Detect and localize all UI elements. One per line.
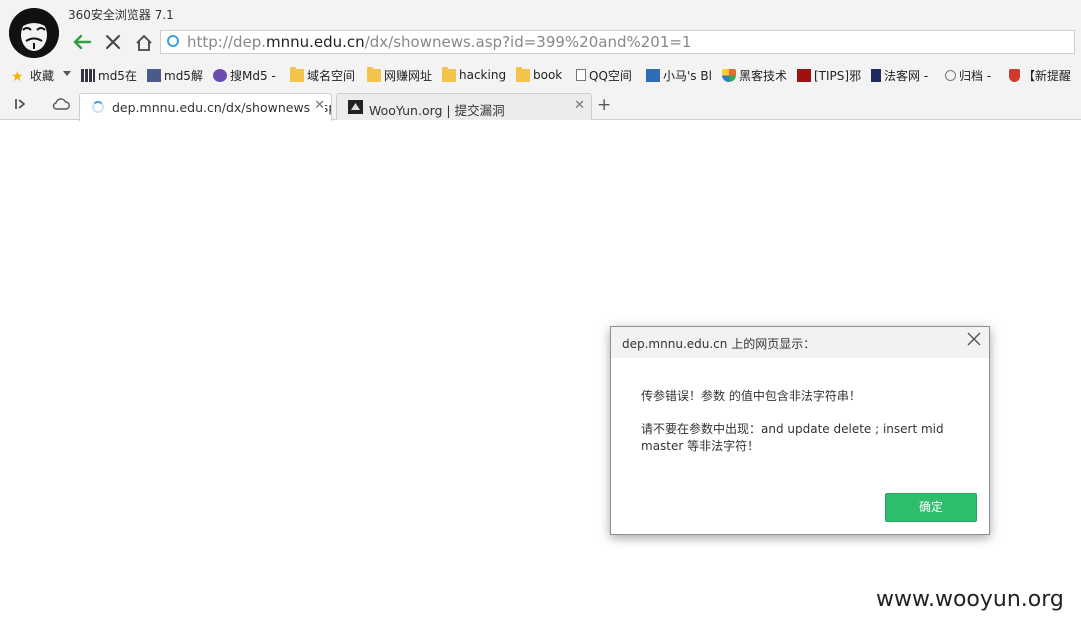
- bookmark-label: 黑客技术: [739, 68, 788, 83]
- site-security-icon[interactable]: [167, 35, 179, 47]
- url-text[interactable]: http://dep.mnnu.edu.cn/dx/shownews.asp?i…: [187, 33, 691, 51]
- tab-strip: dep.mnnu.edu.cn/dx/shownews.asp ✕ WooYun…: [0, 88, 1081, 121]
- bookmark-label: [TIPS]邪: [814, 68, 862, 83]
- loading-spinner-icon: [92, 101, 104, 113]
- bookmark-folder-domain[interactable]: 域名空间: [290, 66, 355, 84]
- bookmark-label: 归档 -: [959, 68, 992, 83]
- avatar[interactable]: [9, 8, 59, 58]
- bookmark-folder-book[interactable]: book: [516, 66, 562, 84]
- pmd5-icon: [147, 68, 161, 82]
- folder-icon: [516, 66, 530, 82]
- bookmark-qzone[interactable]: QQ空间: [576, 66, 632, 84]
- bookmark-label: 法客网 -: [884, 68, 929, 83]
- tab-label: dep.mnnu.edu.cn/dx/shownews.asp: [112, 100, 332, 115]
- archive-icon: [945, 69, 956, 81]
- browser-header: 360安全浏览器 7.1 http://dep.mnnu.edu.cn/dx/s…: [0, 0, 1081, 62]
- new-tab-icon[interactable]: +: [597, 95, 611, 115]
- shield-icon: [722, 68, 736, 82]
- chevron-down-icon[interactable]: [63, 71, 71, 76]
- page-icon: [576, 69, 586, 81]
- bookmark-md5-1[interactable]: md5在: [81, 66, 137, 84]
- wooyun-favicon-icon: [348, 100, 363, 114]
- dialog-header: dep.mnnu.edu.cn 上的网页显示：: [611, 327, 989, 358]
- bookmark-label: 收藏: [30, 68, 55, 83]
- tab-wooyun[interactable]: WooYun.org | 提交漏洞 ✕: [336, 93, 592, 120]
- folder-icon: [442, 66, 456, 82]
- bookmark-label: QQ空间: [589, 68, 632, 83]
- tab-shownews[interactable]: dep.mnnu.edu.cn/dx/shownews.asp ✕: [79, 93, 332, 121]
- bookmark-xiaoma[interactable]: 小马's Bl: [646, 66, 712, 84]
- bookmarks-bar: ★ 收藏 md5在 md5解 搜Md5 - 域名空间 网赚网址 hacking b…: [0, 62, 1081, 88]
- ok-button[interactable]: 确定: [885, 493, 977, 522]
- bookmark-label: 网赚网址: [384, 68, 433, 83]
- app-title: 360安全浏览器 7.1: [68, 8, 174, 22]
- address-bar[interactable]: http://dep.mnnu.edu.cn/dx/shownews.asp?i…: [160, 30, 1075, 54]
- bookmark-hacker-tech[interactable]: 黑客技术: [722, 66, 787, 84]
- guy-fawkes-mask-icon: [9, 8, 59, 58]
- cmd5-icon: [213, 68, 227, 82]
- alert-dialog: dep.mnnu.edu.cn 上的网页显示： 传参错误！参数 的值中包含非法字…: [610, 326, 990, 535]
- bookmark-label: hacking: [459, 68, 507, 82]
- bookmark-fake[interactable]: 法客网 -: [871, 66, 928, 84]
- tips-icon: [797, 68, 811, 82]
- close-tab-icon[interactable]: ✕: [570, 98, 585, 113]
- forum-icon: [871, 68, 881, 82]
- close-tab-icon[interactable]: ✕: [310, 98, 325, 113]
- bookmark-archive[interactable]: 归档 -: [945, 66, 991, 84]
- back-icon[interactable]: [70, 32, 94, 54]
- bookmark-folder-earn[interactable]: 网赚网址: [367, 66, 432, 84]
- watermark: www.wooyun.org: [876, 587, 1064, 612]
- url-domain: mnnu.edu.cn: [266, 33, 365, 51]
- bookmark-favorites[interactable]: ★ 收藏: [11, 66, 55, 85]
- tab-label: WooYun.org | 提交漏洞: [369, 103, 505, 118]
- bookmark-label: md5解: [164, 68, 203, 83]
- url-path: /dx/shownews.asp?id=399%20and%201=1: [364, 33, 692, 51]
- close-icon[interactable]: [967, 332, 981, 350]
- bookmark-label: book: [533, 68, 563, 82]
- bookmark-label: md5在: [98, 68, 137, 83]
- alert-icon: [1009, 68, 1020, 82]
- cloud-icon[interactable]: [52, 97, 70, 111]
- dialog-message-line1: 传参错误！参数 的值中包含非法字符串！: [641, 389, 861, 403]
- bookmark-label: 【新提醒: [1023, 68, 1072, 83]
- bookmark-md5-3[interactable]: 搜Md5 -: [213, 66, 276, 84]
- bookmark-new-alert[interactable]: 【新提醒: [1009, 66, 1071, 84]
- folder-icon: [290, 66, 304, 82]
- dialog-title: dep.mnnu.edu.cn 上的网页显示：: [622, 337, 816, 351]
- bookmark-label: 域名空间: [307, 68, 356, 83]
- sidebar-toggle-icon[interactable]: [14, 98, 26, 114]
- dialog-message-line2: 请不要在参数中出现：and update delete ; insert mid…: [641, 422, 944, 453]
- bookmark-tips[interactable]: [TIPS]邪: [797, 66, 861, 84]
- bookmark-label: 小马's Bl: [663, 68, 712, 83]
- bookmark-md5-2[interactable]: md5解: [147, 66, 203, 84]
- bookmark-folder-hacking[interactable]: hacking: [442, 66, 506, 84]
- bookmark-label: 搜Md5 -: [230, 68, 276, 83]
- site-icon: [646, 68, 660, 82]
- stop-loading-icon[interactable]: [102, 32, 124, 54]
- star-add-icon: ★: [11, 68, 24, 85]
- folder-icon: [367, 66, 381, 82]
- url-prefix: http://dep.: [187, 33, 266, 51]
- home-icon[interactable]: [133, 32, 155, 54]
- grid-icon: [81, 68, 95, 82]
